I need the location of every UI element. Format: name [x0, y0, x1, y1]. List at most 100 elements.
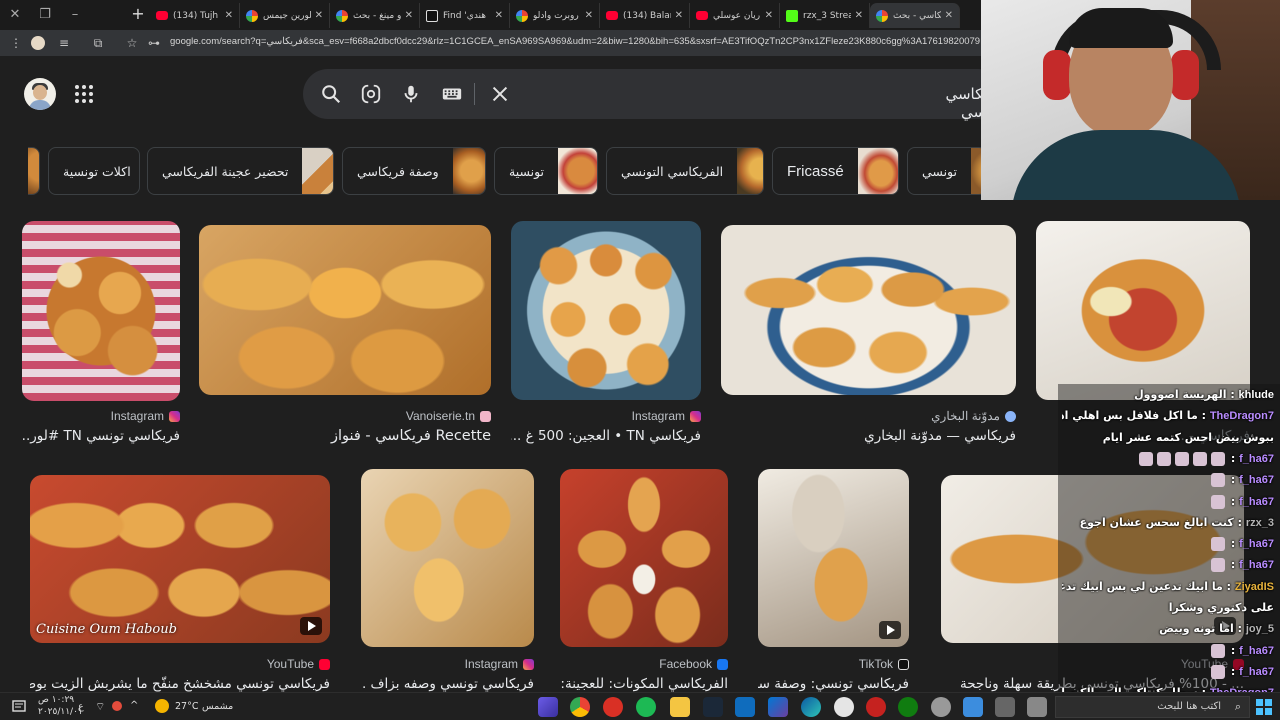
chip-tunisian-food[interactable]: اكلات تونسية [48, 147, 140, 195]
clock-date[interactable]: ٢٠٢٥/١١/٠١ [38, 707, 83, 717]
restore-window-icon[interactable]: ❐ [30, 6, 60, 24]
chrome-icon[interactable] [570, 697, 590, 717]
browser-tab[interactable]: ياو مينغ - بحث ✕ [330, 3, 420, 28]
browser-tab[interactable]: (134) Balam ✕ [600, 3, 690, 28]
spotify-icon[interactable] [636, 697, 656, 717]
browser-tab[interactable]: ريان عوسلي ✕ [690, 3, 780, 28]
browser-tab[interactable]: rzx_3 Stream ✕ [780, 3, 870, 28]
image-result[interactable]: Instagram فريكاسي تونسي وصفه بزاف ... [361, 469, 534, 695]
chip-tounsi[interactable]: تونسي [907, 147, 987, 195]
taskbar-search-box[interactable]: اكتب هنا للبحث ⌕ [1055, 696, 1250, 718]
tray-app-icon[interactable] [112, 701, 122, 711]
weather-desc[interactable]: مشمس [202, 701, 233, 712]
chat-username[interactable]: f_ha67 [1239, 645, 1274, 657]
tab-close-icon[interactable]: ✕ [855, 10, 863, 21]
result-title[interactable]: الفريكاسي المكونات: للعجينة:... [560, 676, 728, 692]
tab-close-icon[interactable]: ✕ [585, 10, 593, 21]
address-bar[interactable]: google.com/search?q=فريكاسي&sca_esv=f668… [170, 36, 980, 47]
language-indicator[interactable]: ع [78, 701, 84, 712]
chat-username[interactable]: f_ha67 [1239, 538, 1274, 550]
chip-fricasse-fr[interactable]: Fricassé [772, 147, 899, 195]
search-box[interactable]: فريكاسي تونسي [303, 69, 1003, 121]
result-title[interactable]: Recette فريكاسي - فنواز [199, 428, 491, 444]
tab-close-icon[interactable]: ✕ [315, 10, 323, 21]
reading-list-icon[interactable]: ≡ [56, 35, 72, 51]
chat-username[interactable]: rzx_3 [1246, 517, 1274, 529]
result-title[interactable]: فريكاسي تونسي: وصفة سر... [758, 676, 909, 692]
site-info-icon[interactable]: ⊶ [146, 35, 162, 51]
search-icon[interactable] [320, 83, 342, 105]
tab-close-icon[interactable]: ✕ [675, 10, 683, 21]
browser-tab[interactable]: فريكاسي - بحث ✕ [870, 3, 960, 28]
close-window-icon[interactable]: ✕ [0, 6, 30, 24]
browser-tab[interactable]: (134) Tujh M ✕ [150, 3, 240, 28]
account-avatar[interactable] [24, 78, 56, 110]
browser-tab[interactable]: لورين جيمس ✕ [240, 3, 330, 28]
chat-username[interactable]: f_ha67 [1239, 474, 1274, 486]
chip-tunisian[interactable]: تونسية [494, 147, 598, 195]
tab-close-icon[interactable]: ✕ [405, 10, 413, 21]
google-apps-icon[interactable] [75, 85, 93, 103]
result-title[interactable]: فريكاسي — مدوّنة البخاري [721, 428, 1016, 444]
new-tab-icon[interactable]: + [128, 4, 148, 24]
image-result[interactable]: Vanoiserie.tn Recette فريكاسي - فنواز [199, 225, 491, 446]
chip-fricasse-dough[interactable]: تحضير عجينة الفريكاسي [147, 147, 334, 195]
tab-close-icon[interactable]: ✕ [765, 10, 773, 21]
app-icon[interactable] [834, 697, 854, 717]
weather-temp[interactable]: 27°C [175, 701, 198, 712]
chat-username[interactable]: joy_5 [1246, 623, 1274, 635]
wifi-icon[interactable]: ⌔ [95, 700, 105, 714]
image-result[interactable]: Cuisine Oum Haboub YouTube فريكاسي تونسي… [30, 475, 330, 695]
chat-username[interactable]: ZiyadIS [1235, 581, 1274, 593]
image-result[interactable]: مدوّنة البخاري فريكاسي — مدوّنة البخاري [721, 225, 1016, 446]
chat-username[interactable]: khlude [1239, 389, 1274, 401]
task-view-icon[interactable] [1027, 697, 1047, 717]
tray-chevron-icon[interactable]: ^ [130, 700, 138, 711]
clear-search-icon[interactable] [489, 83, 511, 105]
chat-username[interactable]: TheDragon7 [1210, 410, 1274, 422]
file-explorer-icon[interactable] [670, 697, 690, 717]
edge-icon[interactable] [801, 697, 821, 717]
image-result[interactable]: TikTok فريكاسي تونسي: وصفة سر... [758, 469, 909, 695]
chip-fricasse-recipe[interactable]: وصفة فريكاسي [342, 147, 486, 195]
menu-dots-icon[interactable]: ⋮ [8, 35, 24, 51]
chat-username[interactable]: f_ha67 [1239, 453, 1274, 465]
keyboard-icon[interactable] [441, 83, 463, 105]
app-icon[interactable] [866, 697, 886, 717]
notifications-icon[interactable] [10, 698, 28, 716]
settings-icon[interactable] [931, 697, 951, 717]
outlook-icon[interactable] [735, 697, 755, 717]
result-title[interactable]: فريكاسي TN • العجين: 500 غ ... [511, 428, 701, 444]
tab-close-icon[interactable]: ✕ [945, 10, 953, 21]
app-icon[interactable] [963, 697, 983, 717]
store-icon[interactable] [768, 697, 788, 717]
start-windows-icon[interactable] [1255, 698, 1273, 716]
app-icon[interactable] [995, 697, 1015, 717]
result-title[interactable]: فريكاسي تونسي وصفه بزاف ... [361, 676, 534, 692]
browser-tab[interactable]: روبرت وادلو ✕ [510, 3, 600, 28]
microphone-icon[interactable] [400, 83, 422, 105]
chat-username[interactable]: f_ha67 [1239, 666, 1274, 678]
recorder-icon[interactable] [603, 697, 623, 717]
extensions-icon[interactable]: ⧉ [90, 35, 106, 51]
chat-username[interactable]: f_ha67 [1239, 496, 1274, 508]
chat-username[interactable]: f_ha67 [1239, 559, 1274, 571]
chip-overflow[interactable] [28, 147, 40, 195]
result-title[interactable]: فريكاسي تونسي مشخشخ منفّح ما يشربش الزيت… [30, 676, 330, 692]
clock-time[interactable]: ١٠:٢٩ ص [38, 695, 74, 705]
lens-icon[interactable] [360, 83, 382, 105]
steam-icon[interactable] [703, 697, 723, 717]
bookmark-star-icon[interactable]: ☆ [124, 35, 140, 51]
result-title[interactable]: فريكاسي تونسي TN #لور... [22, 428, 180, 444]
minimize-window-icon[interactable]: – [60, 6, 90, 24]
image-result[interactable]: Instagram فريكاسي TN • العجين: 500 غ ... [511, 221, 701, 446]
image-result[interactable]: Instagram فريكاسي تونسي TN #لور... [22, 221, 180, 446]
tab-close-icon[interactable]: ✕ [495, 10, 503, 21]
app-icon[interactable] [538, 697, 558, 717]
tab-close-icon[interactable]: ✕ [225, 10, 233, 21]
profile-avatar-icon[interactable] [30, 35, 46, 51]
image-result[interactable]: Facebook الفريكاسي المكونات: للعجينة:... [560, 469, 728, 695]
browser-tab[interactable]: Find 'هندي ✕ [420, 3, 510, 28]
chip-tunisian-fricasse[interactable]: الفريكاسي التونسي [606, 147, 764, 195]
xbox-icon[interactable] [898, 697, 918, 717]
